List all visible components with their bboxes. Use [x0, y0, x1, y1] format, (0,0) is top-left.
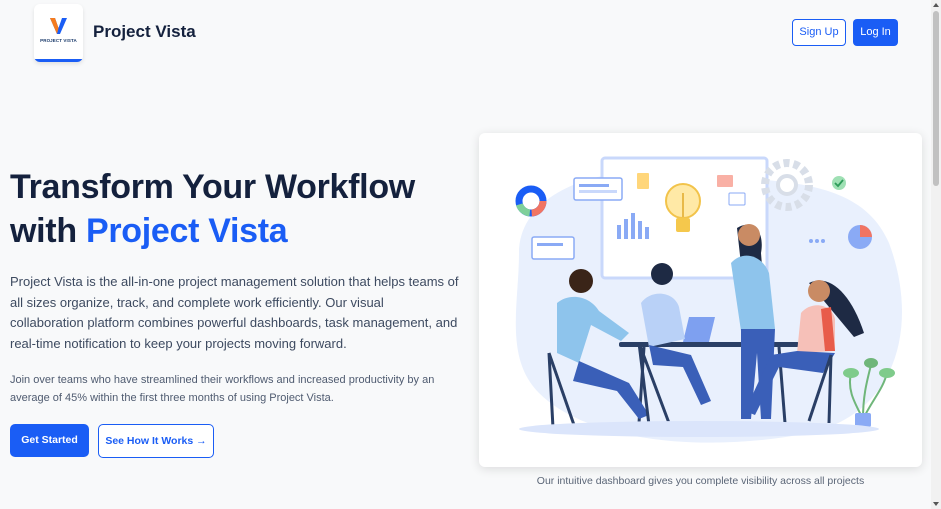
v-logo-icon [50, 18, 67, 34]
hero-description: Project Vista is the all-in-one project … [10, 274, 459, 351]
illustration-caption: Our intuitive dashboard gives you comple… [536, 475, 865, 487]
logo-text: PROJECT VISTA [40, 38, 77, 43]
team-collaboration-illustration [515, 156, 903, 443]
hero-title: Transform Your Workflow with Project Vis… [10, 165, 415, 253]
sign-up-button[interactable]: Sign Up [792, 19, 846, 46]
see-how-it-works-button[interactable]: See How It Works → [98, 424, 214, 458]
brand-name[interactable]: Project Vista [93, 22, 196, 42]
hero-subtext: Join over teams who have streamlined the… [10, 374, 435, 404]
logo-underline [34, 59, 83, 62]
get-started-button[interactable]: Get Started [10, 424, 89, 457]
hero-title-line1: Transform Your Workflow [10, 168, 415, 206]
hero-title-prefix: with [10, 212, 77, 250]
logo[interactable]: PROJECT VISTA [34, 4, 83, 62]
scrollbar-thumb[interactable] [933, 11, 939, 186]
page-scrollbar[interactable] [931, 0, 941, 509]
scroll-up-arrow-icon[interactable] [933, 3, 939, 7]
check-icon [832, 176, 846, 190]
pie-chart-icon [848, 225, 872, 249]
hero-title-accent: Project Vista [85, 212, 288, 250]
donut-chart-icon [515, 185, 547, 217]
site-header: PROJECT VISTA Project Vista Sign Up Log … [0, 0, 931, 66]
scroll-down-arrow-icon[interactable] [933, 502, 939, 506]
illustration-card [479, 133, 922, 467]
log-in-button[interactable]: Log In [853, 19, 898, 46]
